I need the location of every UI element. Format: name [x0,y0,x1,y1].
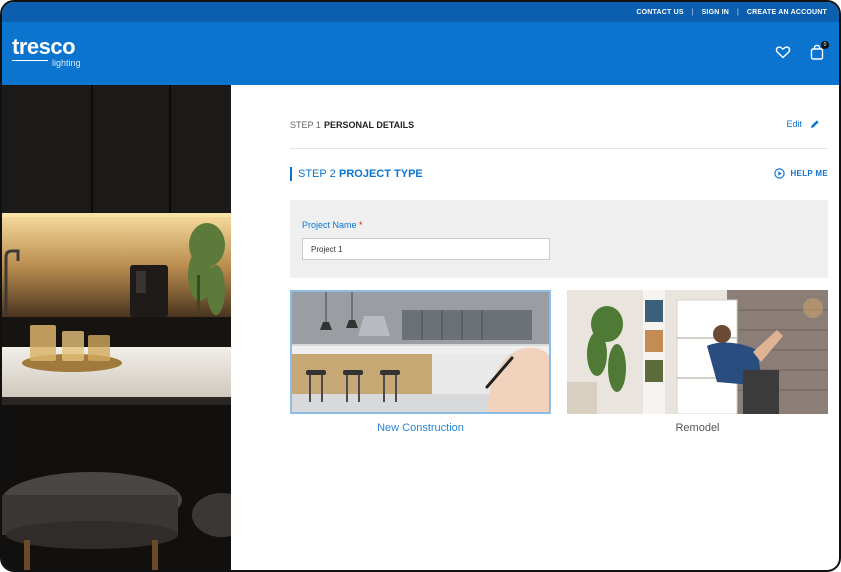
play-circle-icon [774,168,786,179]
logo-underline [12,60,48,61]
step2-title: PROJECT TYPE [339,168,423,180]
hero-kitchen-image [2,85,231,570]
step1-number: STEP 1 [290,120,321,130]
edit-personal-details-button[interactable]: Edit [786,119,820,129]
brand-logo[interactable]: tresco lighting [12,34,81,68]
utility-separator: | [737,8,739,16]
sign-in-link[interactable]: SIGN IN [702,9,729,16]
edit-label: Edit [786,119,802,129]
wishlist-heart-icon[interactable] [775,44,791,60]
brand-sub: lighting [52,58,81,68]
step2-row: STEP 2 PROJECT TYPE HELP ME [290,165,828,187]
step1-title: PERSONAL DETAILS [324,120,415,130]
create-account-link[interactable]: CREATE AN ACCOUNT [747,9,827,16]
project-type-new-construction[interactable]: New Construction [290,290,551,435]
project-form-area: STEP 1 PERSONAL DETAILS Edit STEP 2 PROJ… [290,85,828,570]
new-construction-image [290,290,551,414]
browser-frame: CONTACT US | SIGN IN | CREATE AN ACCOUNT… [0,0,841,572]
utility-separator: | [691,8,694,16]
project-name-input[interactable] [302,238,550,260]
project-name-label: Project Name * [302,220,363,230]
help-me-button[interactable]: HELP ME [774,168,828,179]
remodel-label: Remodel [675,422,720,434]
pencil-icon [811,120,819,128]
cart-bag-icon[interactable]: 0 [809,41,829,60]
required-mark: * [359,220,363,230]
utility-bar: CONTACT US | SIGN IN | CREATE AN ACCOUNT [2,2,839,22]
remodel-image [567,290,828,414]
step2-number: STEP 2 [298,168,336,180]
new-construction-label: New Construction [377,422,464,434]
step2-active-indicator [290,167,292,181]
header-icons: 0 [775,41,829,60]
help-me-label: HELP ME [790,169,828,178]
cart-count-badge: 0 [821,41,829,49]
project-name-panel: Project Name * [290,200,828,278]
contact-us-link[interactable]: CONTACT US [636,9,683,16]
project-type-remodel[interactable]: Remodel [567,290,828,435]
site-header: tresco lighting 0 [2,22,839,85]
brand-name: tresco [12,34,76,59]
step1-row: STEP 1 PERSONAL DETAILS Edit [290,115,828,149]
